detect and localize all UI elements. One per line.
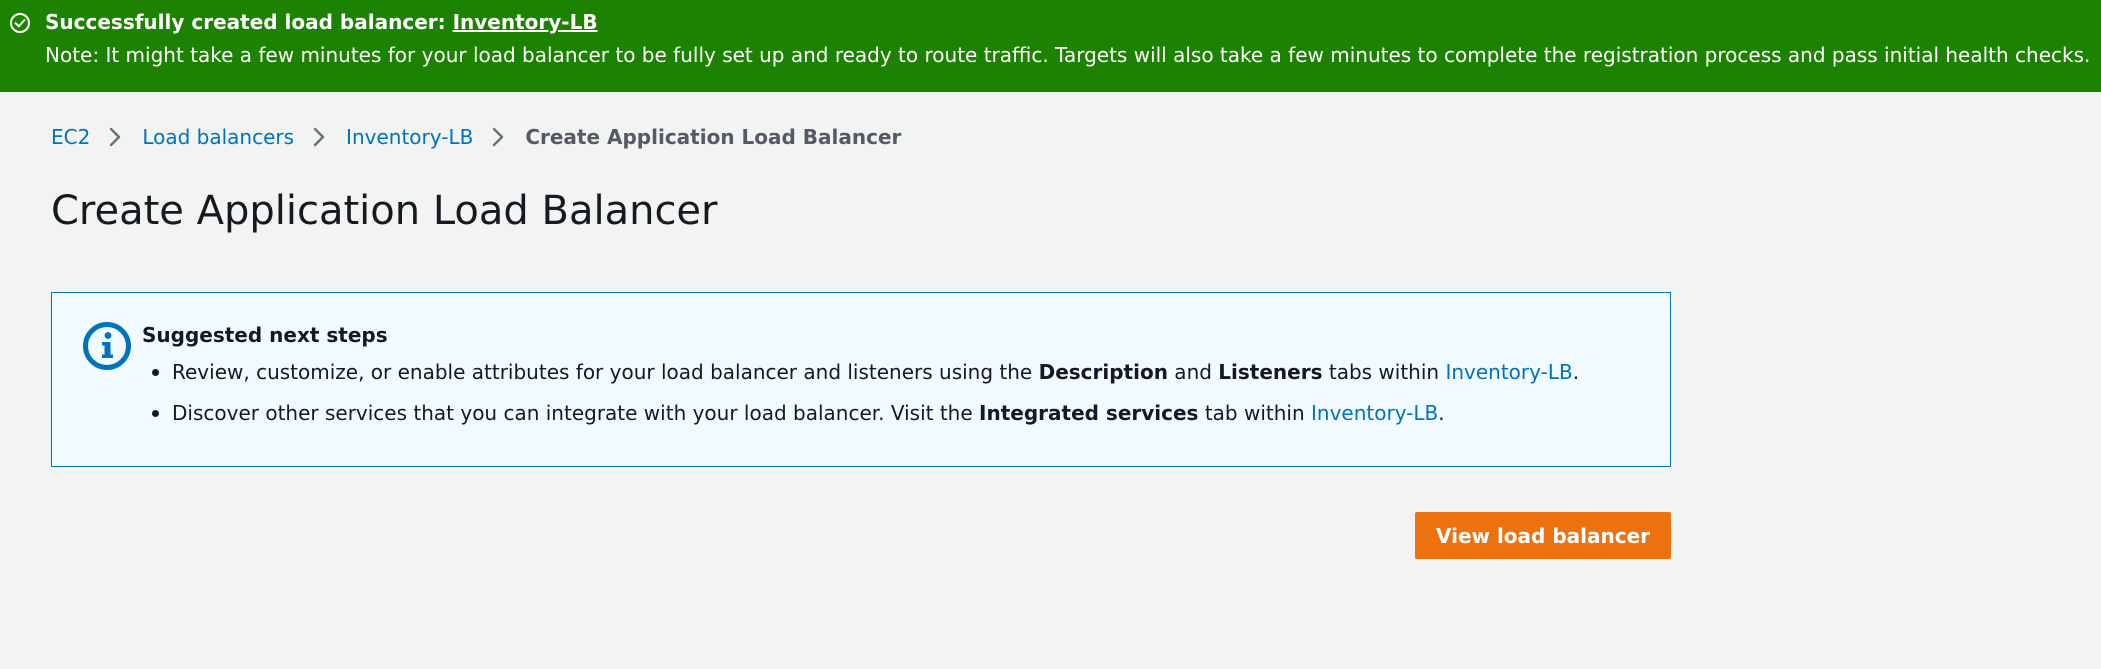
next-steps-list: Review, customize, or enable attributes … xyxy=(142,359,1579,441)
info-heading: Suggested next steps xyxy=(142,323,388,347)
breadcrumb: EC2 Load balancers Inventory-LB Create A… xyxy=(51,124,901,150)
list-item: Review, customize, or enable attributes … xyxy=(142,359,1579,385)
banner-title: Successfully created load balancer: Inve… xyxy=(45,10,598,34)
suggested-next-steps-alert: Suggested next steps Review, customize, … xyxy=(51,292,1671,467)
listeners-tab-label: Listeners xyxy=(1218,360,1323,384)
inventory-lb-link[interactable]: Inventory-LB xyxy=(1445,360,1572,384)
breadcrumb-load-balancers[interactable]: Load balancers xyxy=(142,125,294,149)
chevron-right-icon xyxy=(312,126,326,148)
breadcrumb-ec2[interactable]: EC2 xyxy=(51,125,90,149)
integrated-services-tab-label: Integrated services xyxy=(979,401,1199,425)
check-circle-icon xyxy=(10,13,30,33)
inventory-lb-link[interactable]: Inventory-LB xyxy=(1311,401,1438,425)
breadcrumb-inventory-lb[interactable]: Inventory-LB xyxy=(346,125,473,149)
bullet-text: tabs within xyxy=(1322,360,1446,384)
bullet-text: . xyxy=(1572,360,1580,384)
chevron-right-icon xyxy=(491,126,505,148)
page-title: Create Application Load Balancer xyxy=(51,188,718,234)
description-tab-label: Description xyxy=(1038,360,1168,384)
banner-title-text: Successfully created load balancer: xyxy=(45,10,453,34)
chevron-right-icon xyxy=(108,126,122,148)
success-banner: Successfully created load balancer: Inve… xyxy=(0,0,2101,92)
bullet-text: . xyxy=(1438,401,1445,425)
info-icon xyxy=(83,322,131,370)
bullet-text: Review, customize, or enable attributes … xyxy=(172,360,1039,384)
banner-note: Note: It might take a few minutes for yo… xyxy=(45,43,2091,67)
breadcrumb-current: Create Application Load Balancer xyxy=(525,125,902,149)
bullet-text: tab within xyxy=(1198,401,1311,425)
bullet-text: and xyxy=(1167,360,1219,384)
bullet-text: Discover other services that you can int… xyxy=(172,401,980,425)
list-item: Discover other services that you can int… xyxy=(142,400,1579,426)
banner-load-balancer-link[interactable]: Inventory-LB xyxy=(453,10,598,34)
view-load-balancer-button[interactable]: View load balancer xyxy=(1415,512,1671,559)
